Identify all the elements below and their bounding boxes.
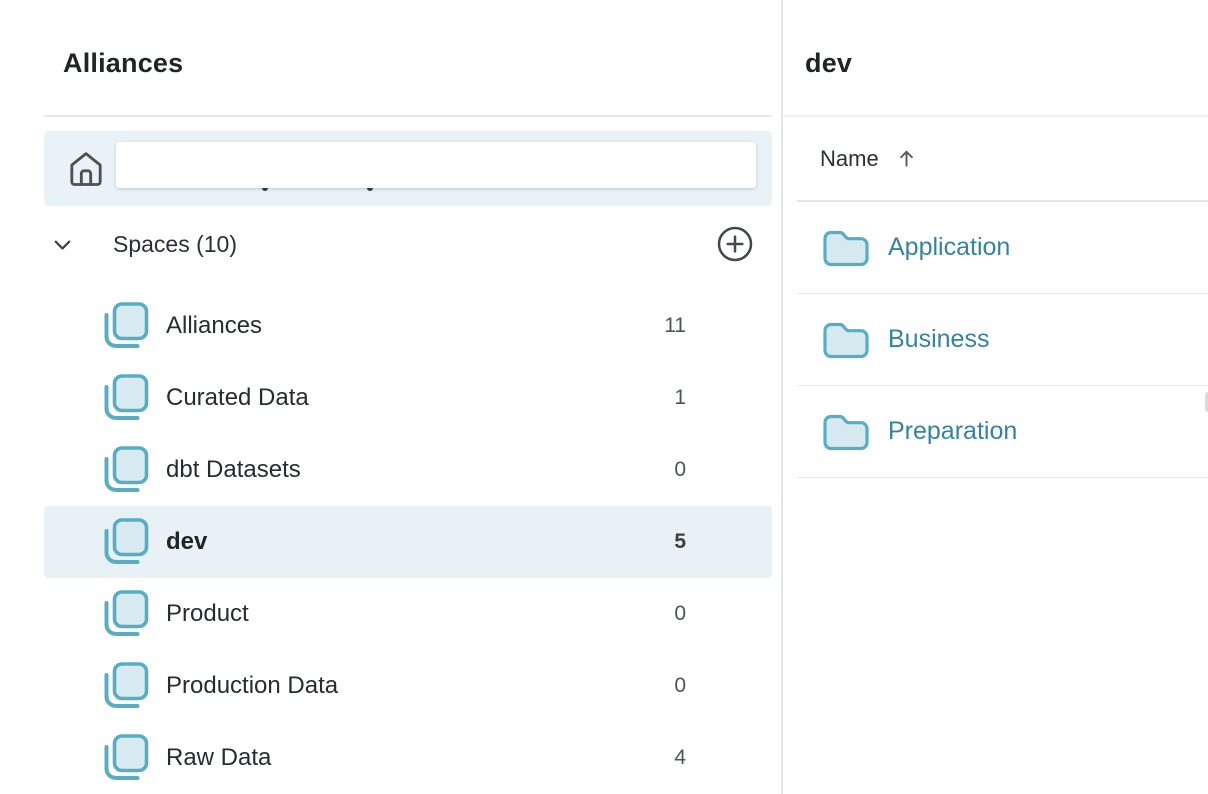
column-header-name[interactable]: Name bbox=[797, 117, 1208, 202]
space-count: 5 bbox=[674, 530, 686, 554]
catalog-table: Name Application Business bbox=[797, 117, 1208, 478]
home-icon bbox=[66, 149, 106, 189]
space-icon bbox=[103, 302, 149, 350]
sidebar-item-home[interactable] bbox=[44, 131, 772, 206]
space-label: dbt Datasets bbox=[166, 456, 301, 484]
spaces-section-header[interactable]: Spaces (10) bbox=[44, 225, 772, 263]
space-list: Alliances 11 Curated Data 1 dbt Datasets… bbox=[44, 290, 772, 794]
space-label: Alliances bbox=[166, 312, 262, 340]
sidebar-item-raw-data[interactable]: Raw Data 4 bbox=[44, 722, 772, 794]
folder-icon bbox=[823, 229, 869, 267]
sidebar-header: Alliances bbox=[44, 0, 772, 117]
space-label: Production Data bbox=[166, 672, 338, 700]
space-icon bbox=[103, 662, 149, 710]
sidebar-item-production-data[interactable]: Production Data 0 bbox=[44, 650, 772, 722]
main-panel: dev Name Application Business bbox=[783, 0, 1208, 794]
space-icon bbox=[103, 518, 149, 566]
space-count: 0 bbox=[674, 674, 686, 698]
space-label: Product bbox=[166, 600, 249, 628]
space-count: 0 bbox=[674, 602, 686, 626]
table-row-business[interactable]: Business bbox=[797, 294, 1208, 386]
space-icon bbox=[103, 734, 149, 782]
sidebar-panel: Alliances Spaces (10) bbox=[0, 0, 781, 794]
space-count: 0 bbox=[674, 458, 686, 482]
sidebar-title: Alliances bbox=[63, 48, 183, 79]
sidebar-item-dbt-datasets[interactable]: dbt Datasets 0 bbox=[44, 434, 772, 506]
redaction-overlay bbox=[116, 142, 756, 188]
main-header: dev bbox=[783, 0, 1208, 117]
chevron-down-icon[interactable] bbox=[49, 231, 76, 258]
plus-circle-icon bbox=[715, 224, 755, 264]
folder-icon bbox=[823, 321, 869, 359]
sidebar-item-curated-data[interactable]: Curated Data 1 bbox=[44, 362, 772, 434]
folder-link[interactable]: Application bbox=[888, 233, 1010, 262]
space-label: Curated Data bbox=[166, 384, 309, 412]
sidebar-item-alliances[interactable]: Alliances 11 bbox=[44, 290, 772, 362]
sidebar-item-dev[interactable]: dev 5 bbox=[44, 506, 772, 578]
space-count: 4 bbox=[674, 746, 686, 770]
sort-ascending-icon bbox=[895, 147, 918, 170]
table-row-preparation[interactable]: Preparation bbox=[797, 386, 1208, 478]
space-icon bbox=[103, 374, 149, 422]
folder-link[interactable]: Business bbox=[888, 325, 989, 354]
space-count: 1 bbox=[674, 386, 686, 410]
add-space-button[interactable] bbox=[715, 224, 755, 264]
space-label: dev bbox=[166, 528, 207, 556]
space-count: 11 bbox=[664, 314, 686, 338]
spaces-section-label: Spaces (10) bbox=[113, 231, 237, 258]
folder-link[interactable]: Preparation bbox=[888, 417, 1017, 446]
workspace-browser: Alliances Spaces (10) bbox=[0, 0, 1208, 794]
table-row-application[interactable]: Application bbox=[797, 202, 1208, 294]
space-icon bbox=[103, 446, 149, 494]
sidebar-item-product[interactable]: Product 0 bbox=[44, 578, 772, 650]
space-label: Raw Data bbox=[166, 744, 271, 772]
space-icon bbox=[103, 590, 149, 638]
column-label: Name bbox=[820, 146, 879, 172]
folder-icon bbox=[823, 413, 869, 451]
page-title: dev bbox=[805, 48, 852, 79]
